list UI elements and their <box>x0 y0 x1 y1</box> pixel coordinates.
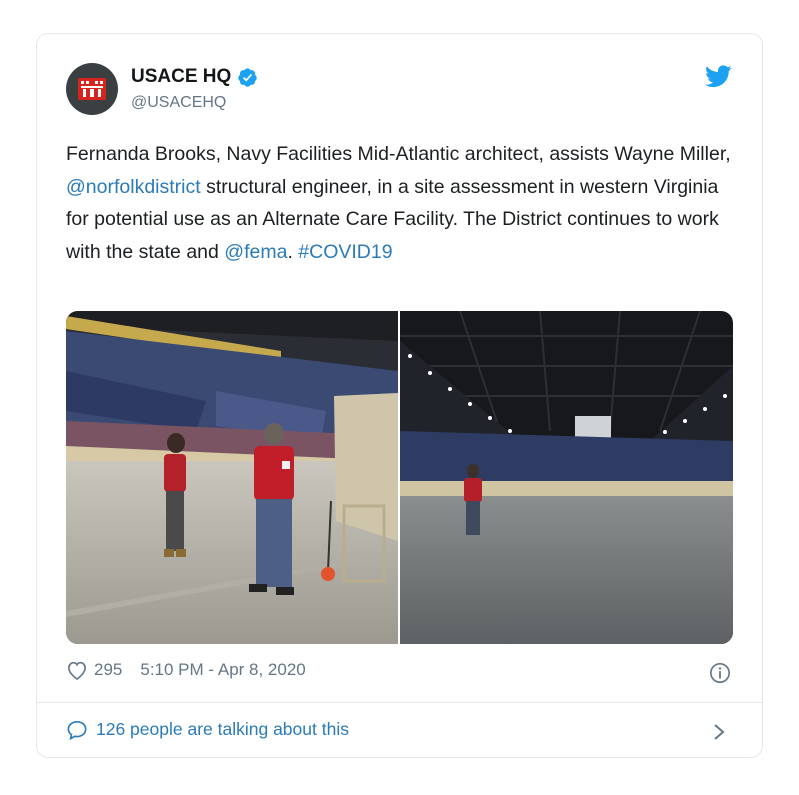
tweet-meta: 295 5:10 PM - Apr 8, 2020 <box>66 660 306 680</box>
verified-badge-icon <box>238 67 257 87</box>
photo-grid <box>66 311 733 644</box>
mention-fema[interactable]: @fema <box>224 241 287 263</box>
conversation-count[interactable]: 126 people are talking about this <box>96 719 349 740</box>
avatar[interactable] <box>66 63 118 115</box>
speech-bubble-icon <box>67 720 87 740</box>
mention-norfolkdistrict[interactable]: @norfolkdistrict <box>66 176 201 198</box>
usace-castle-icon <box>78 78 106 100</box>
author-row[interactable]: USACE HQ <box>131 66 258 88</box>
info-icon[interactable] <box>709 662 731 684</box>
arena-photo-left <box>66 311 398 644</box>
twitter-bird-icon[interactable] <box>705 65 732 88</box>
tweet-text-part: Fernanda Brooks, Navy Facilities Mid-Atl… <box>66 143 731 165</box>
conversation-link[interactable]: 126 people are talking about this <box>66 719 349 740</box>
arena-photo-right <box>400 311 733 644</box>
tweet-text-part: . <box>287 240 299 263</box>
tweet-text: Fernanda Brooks, Navy Facilities Mid-Atl… <box>66 138 736 268</box>
timestamp[interactable]: 5:10 PM - Apr 8, 2020 <box>140 660 305 680</box>
author-handle[interactable]: @USACEHQ <box>131 94 226 112</box>
heart-icon[interactable] <box>66 660 88 680</box>
like-count[interactable]: 295 <box>94 660 122 680</box>
photo-arena-people[interactable] <box>66 311 400 644</box>
author-name[interactable]: USACE HQ <box>131 66 231 88</box>
hashtag-covid19[interactable]: #COVID19 <box>298 241 392 263</box>
chevron-right-icon[interactable] <box>712 722 726 742</box>
divider <box>37 702 762 703</box>
photo-arena-floor[interactable] <box>400 311 733 644</box>
